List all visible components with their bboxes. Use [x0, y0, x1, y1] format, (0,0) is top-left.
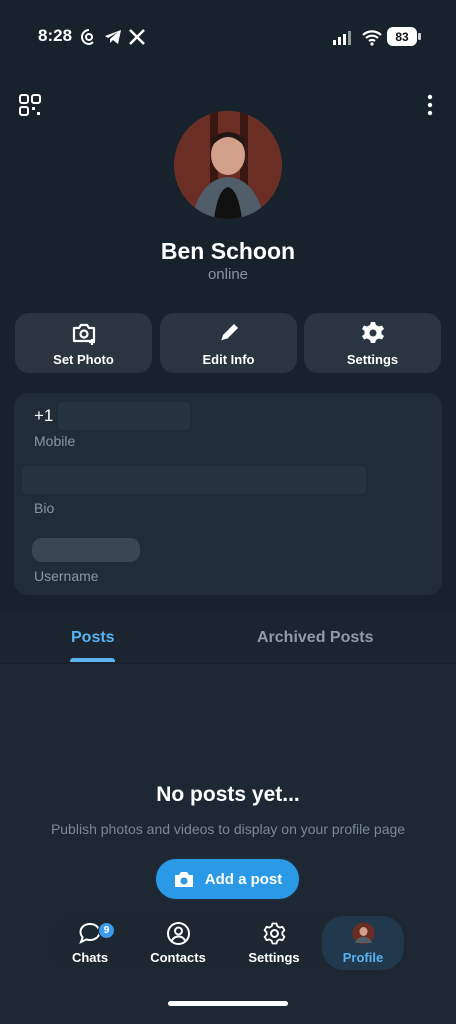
edit-info-button[interactable]: Edit Info — [160, 313, 297, 373]
username-label: Username — [34, 568, 99, 584]
profile-avatar-icon — [352, 922, 374, 945]
set-photo-button[interactable]: Set Photo — [15, 313, 152, 373]
nav-chats[interactable]: Chats 9 — [52, 913, 128, 973]
bottom-navigation: Chats 9 Contacts Settings Profile — [46, 913, 406, 973]
profile-photo — [174, 111, 282, 219]
more-options-icon[interactable] — [424, 94, 436, 116]
gear-icon — [361, 321, 384, 343]
wifi-icon — [362, 30, 382, 46]
avatar[interactable] — [174, 111, 282, 219]
settings-button[interactable]: Settings — [304, 313, 441, 373]
username-redacted[interactable] — [32, 538, 140, 562]
threads-icon — [81, 29, 94, 46]
empty-state-description: Publish photos and videos to display on … — [50, 821, 406, 837]
battery-tip — [418, 33, 421, 40]
nav-contacts[interactable]: Contacts — [140, 913, 216, 973]
nav-settings-label: Settings — [248, 950, 300, 965]
add-post-button[interactable]: Add a post — [154, 857, 301, 901]
camera-icon — [174, 872, 193, 887]
nav-profile[interactable]: Profile — [322, 916, 404, 970]
qr-code-icon[interactable] — [18, 93, 42, 117]
active-tab-indicator — [70, 658, 115, 662]
phone-prefix[interactable]: +1 — [34, 406, 53, 426]
bio-redacted — [22, 466, 366, 494]
signal-icon — [333, 31, 351, 45]
nav-chats-label: Chats — [71, 950, 109, 965]
tab-archived-posts[interactable]: Archived Posts — [257, 629, 373, 647]
empty-state-title: No posts yet... — [156, 783, 300, 806]
profile-name: Ben Schoon — [160, 238, 296, 264]
nav-settings[interactable]: Settings — [236, 913, 312, 973]
home-indicator — [168, 1001, 288, 1006]
nav-contacts-label: Contacts — [150, 950, 206, 965]
settings-label: Settings — [346, 351, 399, 367]
battery-level: 83 — [387, 27, 417, 46]
unread-badge: 9 — [98, 922, 115, 939]
settings-gear-icon — [263, 922, 285, 945]
online-status: online — [207, 266, 249, 283]
add-post-label: Add a post — [204, 870, 283, 888]
bio-label: Bio — [34, 500, 55, 516]
phone-number-redacted — [58, 402, 190, 430]
set-photo-label: Set Photo — [53, 351, 114, 367]
status-bar: 8:28 83 — [0, 0, 456, 74]
nav-profile-label: Profile — [342, 950, 384, 965]
telegram-icon — [105, 30, 121, 44]
profile-info-card: +1 Mobile Bio Username — [14, 393, 442, 595]
pencil-icon — [220, 323, 238, 341]
camera-add-icon — [72, 323, 95, 345]
status-time: 8:28 — [38, 26, 73, 45]
tab-posts[interactable]: Posts — [71, 629, 115, 647]
profile-tabs: Posts Archived Posts — [0, 612, 456, 664]
phone-label: Mobile — [34, 433, 76, 449]
edit-info-label: Edit Info — [202, 351, 255, 367]
x-icon — [129, 29, 145, 45]
contact-icon — [166, 922, 190, 945]
